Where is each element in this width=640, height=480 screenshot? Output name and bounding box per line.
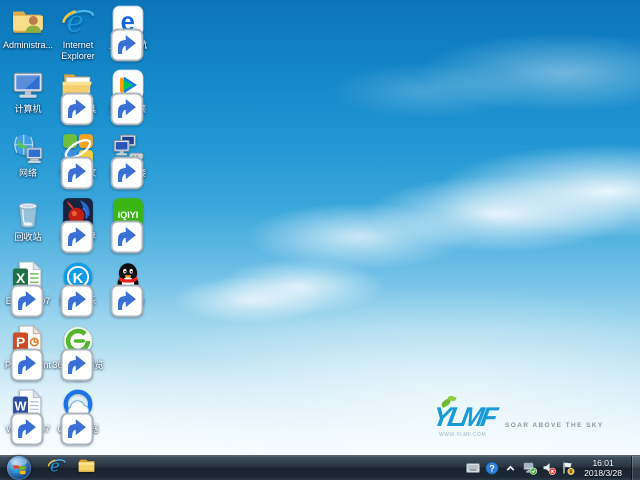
windows-flag-icon (12, 461, 27, 476)
tray-icons: ? (465, 461, 575, 476)
wallpaper-logo-brand: YLMF (430, 400, 497, 434)
activation-folder-icon (61, 68, 95, 102)
shortcut-arrow-icon (60, 220, 71, 231)
recycle-bin-icon (11, 196, 45, 230)
taskbar-windows-explorer-button[interactable] (71, 456, 101, 480)
desktop-icon-internet-explorer[interactable]: eInternet Explorer (52, 4, 104, 61)
qq-icon (111, 260, 145, 294)
word-icon: W (11, 388, 45, 422)
show-desktop-button[interactable] (631, 456, 640, 480)
help-tray-icon[interactable]: ? (484, 461, 499, 476)
desktop-icon-web-navigation[interactable]: e上网 导航 (102, 4, 154, 51)
iqiyi-icon: iQIYI (111, 196, 145, 230)
kugou-icon: K (61, 260, 95, 294)
shortcut-arrow-icon (60, 156, 71, 167)
shortcut-arrow-icon (10, 348, 21, 359)
volume-muted-icon[interactable] (541, 461, 556, 476)
action-center-icon[interactable] (560, 461, 575, 476)
clock-time: 16:01 (584, 458, 622, 468)
broadband-icon (111, 132, 145, 166)
desktop-icon-label: Administra... (2, 40, 54, 51)
shortcut-arrow-icon (10, 412, 21, 423)
desktop-icon-broadband-connection[interactable]: 宽带连接 (102, 132, 154, 179)
taskbar-internet-explorer-button[interactable]: e (41, 456, 71, 480)
taskbar-clock[interactable]: 16:01 2018/3/28 (584, 458, 622, 478)
svg-text:e: e (66, 5, 84, 38)
wallpaper-logo: YLMF SOAR ABOVE THE SKY WWW.YLMF.COM (433, 400, 608, 438)
qq-browser-icon (61, 388, 95, 422)
taskbar: e ? 16:01 2018/3/28 (0, 455, 640, 480)
clock-date: 2018/3/28 (584, 468, 622, 478)
browser-360-icon (61, 324, 95, 358)
desktop-icon-tencent-video[interactable]: 腾讯视频 (102, 68, 154, 115)
shortcut-arrow-icon (10, 284, 21, 295)
start-button[interactable] (7, 456, 31, 480)
system-tray: ? 16:01 2018/3/28 (465, 456, 640, 480)
desktop-icon-excel-2007[interactable]: XExcel 2007 (2, 260, 54, 307)
computer-icon (11, 68, 45, 102)
desktop-icon-360-speed-browser[interactable]: 360极速浏览器 (52, 324, 104, 381)
desktop-icon-word-2007[interactable]: WWord 2007 (2, 388, 54, 435)
wallpaper-logo-tagline: SOAR ABOVE THE SKY (505, 422, 604, 429)
legend-game-icon (61, 196, 95, 230)
shortcut-arrow-icon (60, 92, 71, 103)
powerpoint-icon: P (11, 324, 45, 358)
desktop-icon-network[interactable]: 网络 (2, 132, 54, 179)
desktop-icon-legend-world[interactable]: 传奇世界 (52, 196, 104, 243)
excel-icon: X (11, 260, 45, 294)
desktop-icon-computer[interactable]: 计算机 (2, 68, 54, 115)
desktop-icon-recycle-bin[interactable]: 回收站 (2, 196, 54, 243)
tencent-video-icon (111, 68, 145, 102)
shortcut-arrow-icon (110, 28, 121, 39)
desktop-icon-label: Internet Explorer (52, 40, 104, 61)
shortcut-arrow-icon (110, 284, 121, 295)
nav-e-icon: e (111, 4, 145, 38)
desktop-icon-software-manager[interactable]: 软件管家 (52, 132, 104, 179)
network-status-icon[interactable] (522, 461, 537, 476)
user-folder-icon (11, 4, 45, 38)
taskbar-pinned-apps: e (31, 456, 101, 480)
shortcut-arrow-icon (60, 284, 71, 295)
shortcut-arrow-icon (110, 220, 121, 231)
svg-text:?: ? (489, 464, 495, 474)
desktop-icon-label: 网络 (2, 168, 54, 179)
shortcut-arrow-icon (60, 412, 71, 423)
desktop-icon-iqiyi[interactable]: iQIYI爱奇艺 (102, 196, 154, 243)
desktop-icon-qq-browser[interactable]: QQ浏览器 (52, 388, 104, 435)
network-icon (11, 132, 45, 166)
shortcut-arrow-icon (110, 156, 121, 167)
internet-explorer-icon: e (47, 456, 66, 480)
desktop-icon-label: 回收站 (2, 232, 54, 243)
show-hidden-icons-button[interactable] (503, 461, 518, 476)
desktop-icon-activation-tool[interactable]: 激活工具 (52, 68, 104, 115)
explorer-folder-icon (77, 456, 96, 480)
svg-text:e: e (49, 456, 59, 475)
input-method-icon[interactable] (465, 461, 480, 476)
desktop-icon-kugou-music[interactable]: K酷狗音乐 (52, 260, 104, 307)
shortcut-arrow-icon (110, 92, 121, 103)
desktop-wallpaper[interactable]: Administra... 计算机网络回收站 XExcel 2007 PPowerPo… (0, 0, 640, 455)
desktop-icon-label: 计算机 (2, 104, 54, 115)
desktop-icon-administrator[interactable]: Administra... (2, 4, 54, 51)
desktop-icon-tencent-qq[interactable]: 腾讯QQ (102, 260, 154, 307)
desktop-icon-powerpoint-2007[interactable]: PPowerPoint 2007 (2, 324, 54, 381)
screen: Administra... 计算机网络回收站 XExcel 2007 PPowerPo… (0, 0, 640, 480)
shortcut-arrow-icon (60, 348, 71, 359)
internet-explorer-icon: e (61, 4, 95, 38)
svg-text:iQIYI: iQIYI (118, 210, 139, 220)
software-manager-icon (61, 132, 95, 166)
